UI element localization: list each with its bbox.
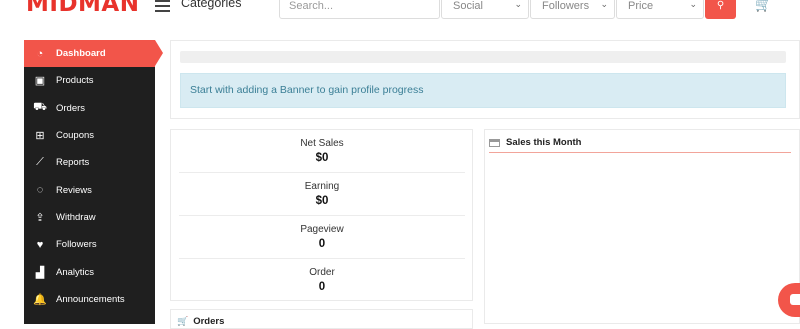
divider: [179, 258, 465, 259]
sidebar-item-reviews[interactable]: ◌ Reviews: [24, 176, 155, 203]
stat-label: Net Sales: [300, 138, 344, 149]
chevron-down-icon: ⌄: [689, 0, 697, 9]
chart-line-icon: ⟋: [36, 156, 44, 169]
search-input[interactable]: Search...: [279, 0, 440, 19]
stat-value: $0: [315, 195, 329, 207]
comments-icon: ◌: [36, 184, 44, 197]
sidebar-item-coupons[interactable]: ⊞ Coupons: [24, 122, 155, 149]
sidebar-item-followers[interactable]: ♥ Followers: [24, 231, 155, 258]
stat-net-sales: Net Sales $0: [179, 138, 465, 164]
briefcase-icon: ▣: [34, 75, 46, 88]
stat-label: Earning: [304, 181, 340, 192]
site-logo[interactable]: MIDMAN: [26, 0, 139, 17]
cart-icon: 🛒: [177, 316, 189, 326]
heart-icon: ♥: [36, 238, 44, 251]
bell-icon: 🔔: [33, 293, 47, 306]
credit-card-icon: [489, 138, 500, 147]
dashboard-icon: ◔: [36, 47, 44, 60]
divider: [489, 152, 791, 153]
stats-panel: Net Sales $0 Earning $0 Pageview 0 Order…: [170, 129, 473, 301]
vendor-sidebar: ◔ Dashboard ▣ Products ⛟ Orders ⊞ Coupon…: [24, 40, 163, 324]
divider: [179, 172, 465, 173]
profile-progress-panel: Start with adding a Banner to gain profi…: [170, 40, 800, 119]
gift-icon: ⊞: [35, 130, 45, 143]
sidebar-item-orders[interactable]: ⛟ Orders: [24, 95, 155, 122]
cart-icon[interactable]: 🛒: [755, 0, 771, 13]
sidebar-item-dashboard[interactable]: ◔ Dashboard: [24, 40, 163, 68]
profile-progress-banner: Start with adding a Banner to gain profi…: [180, 73, 786, 108]
search-button[interactable]: ⚲: [705, 0, 736, 19]
orders-panel-title: Orders: [193, 316, 225, 327]
sidebar-item-announcements[interactable]: 🔔 Announcements: [24, 286, 155, 313]
stat-label: Order: [309, 267, 335, 278]
stat-value: 0: [318, 238, 326, 250]
divider: [179, 215, 465, 216]
sales-panel-header: Sales this Month: [489, 137, 581, 148]
categories-link[interactable]: Categories: [181, 0, 241, 10]
chevron-down-icon: ⌄: [514, 0, 522, 9]
sidebar-item-withdraw[interactable]: ⇪ Withdraw: [24, 204, 155, 231]
chevron-down-icon: ⌄: [600, 0, 608, 9]
sidebar-item-reports[interactable]: ⟋ Reports: [24, 149, 155, 176]
upload-icon: ⇪: [35, 211, 45, 224]
price-filter-select[interactable]: Price ⌄: [616, 0, 704, 19]
stat-value: $0: [315, 152, 329, 164]
cart-icon: ⛟: [33, 101, 47, 114]
chat-bubble-icon: [790, 294, 800, 305]
stat-earning: Earning $0: [179, 181, 465, 207]
profile-progress-bar: [180, 51, 786, 63]
orders-panel-header: 🛒 Orders: [177, 316, 224, 327]
chart-area-icon: ▟: [35, 266, 45, 279]
search-icon: ⚲: [716, 0, 725, 11]
top-header: MIDMAN Categories Search... Social ⌄ Fol…: [0, 0, 800, 32]
stat-value: 0: [318, 281, 326, 293]
sales-panel-title: Sales this Month: [506, 137, 582, 148]
hamburger-menu-icon[interactable]: [155, 0, 170, 12]
stat-order: Order 0: [179, 267, 465, 293]
sidebar-item-analytics[interactable]: ▟ Analytics: [24, 258, 155, 285]
followers-filter-select[interactable]: Followers ⌄: [530, 0, 615, 19]
stat-pageview: Pageview 0: [179, 224, 465, 250]
sales-this-month-panel: Sales this Month: [484, 129, 800, 324]
stat-label: Pageview: [300, 224, 344, 235]
sidebar-item-products[interactable]: ▣ Products: [24, 67, 155, 94]
social-filter-select[interactable]: Social ⌄: [441, 0, 529, 19]
orders-panel: 🛒 Orders: [170, 309, 473, 329]
